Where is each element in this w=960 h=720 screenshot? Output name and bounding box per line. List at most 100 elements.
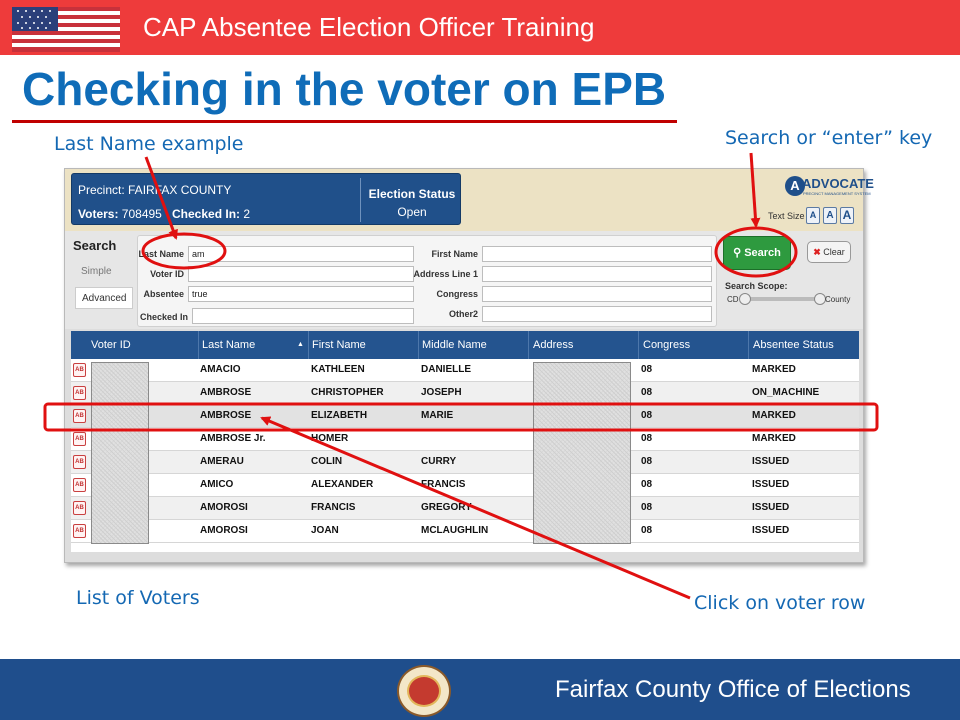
search-scope-slider[interactable] (743, 297, 819, 301)
cell-middle-name: GREGORY (421, 502, 472, 513)
cell-congress: 08 (641, 456, 653, 467)
column-divider (638, 331, 639, 359)
other2-label: Other2 (448, 309, 478, 319)
absentee-ballot-icon[interactable]: AB (73, 432, 86, 446)
slide-title: Checking in the voter on EPB (22, 63, 667, 115)
col-voter-id[interactable]: Voter ID (91, 339, 131, 351)
footer-org-name: Fairfax County Office of Elections (555, 676, 911, 703)
cell-absentee-status: ISSUED (752, 525, 790, 536)
precinct-status-panel: Precinct: FAIRFAX COUNTY Voters: 708495 … (71, 173, 461, 225)
table-row[interactable]: AB AMBROSE Jr. HOMER 08 MARKED (71, 428, 859, 451)
advanced-search-form: Last Name am Voter ID Absentee true Chec… (137, 235, 717, 327)
absentee-ballot-icon[interactable]: AB (73, 478, 86, 492)
clear-button[interactable]: ✖ Clear (807, 241, 851, 263)
cell-first-name: FRANCIS (311, 502, 356, 513)
column-divider (748, 331, 749, 359)
callout-last-name: Last Name example (54, 133, 244, 155)
voter-id-input[interactable] (188, 266, 414, 282)
cell-absentee-status: MARKED (752, 364, 796, 375)
cell-last-name: AMOROSI (200, 502, 248, 513)
table-row[interactable]: AB AMERAU COLIN CURRY 08 ISSUED (71, 451, 859, 474)
scope-cd-label: CD (727, 295, 739, 304)
cell-congress: 08 (641, 387, 653, 398)
search-button[interactable]: ⚲ Search (723, 236, 791, 270)
cell-last-name: AMBROSE (200, 387, 252, 398)
training-title: CAP Absentee Election Officer Training (143, 12, 595, 42)
text-size-label: Text Size (768, 211, 805, 221)
absentee-input[interactable]: true (188, 286, 414, 302)
table-row[interactable]: AB AMOROSI JOAN MCLAUGHLIN 08 ISSUED (71, 520, 859, 543)
table-row[interactable]: AB AMACIO KATHLEEN DANIELLE 08 MARKED (71, 359, 859, 382)
precinct-label: Precinct: FAIRFAX COUNTY (78, 183, 232, 197)
address-line-1-label: Address Line 1 (413, 269, 478, 279)
cell-absentee-status: ISSUED (752, 456, 790, 467)
cell-absentee-status: MARKED (752, 433, 796, 444)
header-bar: CAP Absentee Election Officer Training (0, 0, 960, 55)
callout-click-row: Click on voter row (694, 592, 866, 614)
cell-last-name: AMBROSE (200, 410, 252, 421)
voter-grid-header: Voter ID Last Name ▲ First Name Middle N… (71, 331, 859, 359)
redacted-addresses (533, 362, 631, 544)
table-row-selected[interactable]: AB AMBROSE ELIZABETH MARIE 08 MARKED (71, 405, 859, 428)
cell-first-name: COLIN (311, 456, 343, 467)
cell-first-name: ELIZABETH (311, 410, 368, 421)
checked-in-label: Checked In (139, 312, 188, 322)
text-size-small-button[interactable]: A (806, 207, 820, 224)
county-seal-center (407, 675, 441, 707)
cell-first-name: KATHLEEN (311, 364, 365, 375)
cell-first-name: CHRISTOPHER (311, 387, 384, 398)
col-address[interactable]: Address (533, 339, 573, 351)
title-divider (12, 120, 677, 123)
cell-first-name: JOAN (311, 525, 339, 536)
address-line-1-input[interactable] (482, 266, 712, 282)
checked-in-input[interactable] (192, 308, 414, 324)
cell-middle-name: DANIELLE (421, 364, 471, 375)
epb-app-window: Precinct: FAIRFAX COUNTY Voters: 708495 … (64, 168, 874, 563)
cell-last-name: AMICO (200, 479, 234, 490)
column-divider (198, 331, 199, 359)
county-seal-icon (397, 665, 451, 717)
table-row[interactable]: AB AMBROSE CHRISTOPHER JOSEPH 08 ON_MACH… (71, 382, 859, 405)
col-congress[interactable]: Congress (643, 339, 690, 351)
table-row[interactable]: AB AMOROSI FRANCIS GREGORY 08 ISSUED (71, 497, 859, 520)
cell-absentee-status: ISSUED (752, 479, 790, 490)
cell-middle-name: FRANCIS (421, 479, 466, 490)
first-name-input[interactable] (482, 246, 712, 262)
cell-congress: 08 (641, 479, 653, 490)
cell-absentee-status: MARKED (752, 410, 796, 421)
us-flag-icon (12, 7, 120, 52)
cell-last-name: AMOROSI (200, 525, 248, 536)
absentee-ballot-icon[interactable]: AB (73, 386, 86, 400)
scope-county-label: County (825, 295, 851, 304)
col-last-name[interactable]: Last Name (202, 339, 255, 351)
tab-advanced[interactable]: Advanced (75, 287, 133, 309)
absentee-ballot-icon[interactable]: AB (73, 501, 86, 515)
search-heading: Search (73, 238, 117, 253)
checked-in-count: Checked In: 2 (172, 207, 251, 221)
scope-cd-knob[interactable] (739, 293, 751, 305)
absentee-ballot-icon[interactable]: AB (73, 363, 86, 377)
last-name-input[interactable]: am (188, 246, 414, 262)
congress-input[interactable] (482, 286, 712, 302)
search-area: Search Simple Advanced Last Name am Vote… (65, 231, 863, 329)
column-divider (528, 331, 529, 359)
cell-last-name: AMBROSE Jr. (200, 433, 266, 444)
absentee-ballot-icon[interactable]: AB (73, 524, 86, 538)
cell-middle-name: JOSEPH (421, 387, 462, 398)
close-icon: ✖ (813, 247, 821, 257)
other2-input[interactable] (482, 306, 712, 322)
tab-simple[interactable]: Simple (75, 261, 133, 283)
col-first-name[interactable]: First Name (312, 339, 366, 351)
callout-search: Search or “enter” key (725, 127, 933, 149)
column-divider (418, 331, 419, 359)
text-size-large-button[interactable]: A (840, 207, 854, 224)
absentee-ballot-icon[interactable]: AB (73, 409, 86, 423)
col-absentee-status[interactable]: Absentee Status (753, 339, 834, 351)
col-middle-name[interactable]: Middle Name (422, 339, 487, 351)
voter-id-label: Voter ID (150, 269, 184, 279)
table-row[interactable]: AB AMICO ALEXANDER FRANCIS 08 ISSUED (71, 474, 859, 497)
text-size-medium-button[interactable]: A (823, 207, 837, 224)
absentee-ballot-icon[interactable]: AB (73, 455, 86, 469)
voter-list: AB AMACIO KATHLEEN DANIELLE 08 MARKED AB… (71, 359, 859, 552)
column-divider (308, 331, 309, 359)
